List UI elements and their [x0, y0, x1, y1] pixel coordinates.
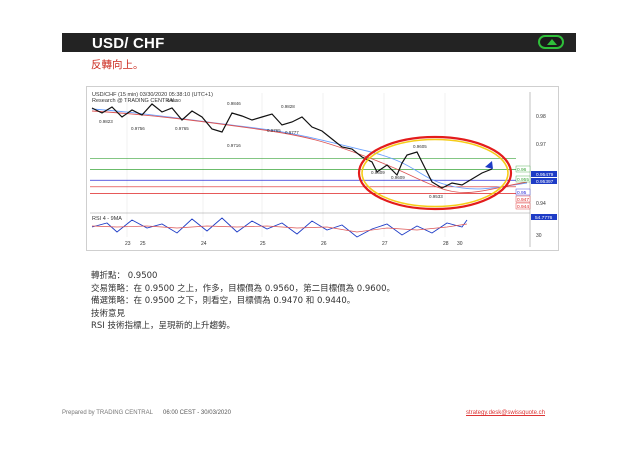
price-axis-label: 0.94	[536, 201, 546, 207]
level-label: 0.955	[517, 177, 529, 183]
current-price: 0.95397	[536, 179, 554, 185]
date-label: 26	[321, 241, 327, 247]
swing-label: 0.9765	[267, 128, 281, 133]
date-label: 27	[382, 241, 388, 247]
price-axis-label: 0.98	[536, 114, 546, 120]
price-chart: USD/CHF (15 min) 03/30/2020 05:38:10 (UT…	[90, 92, 557, 247]
alternative-line: 備選策略：在 0.9500 之下，則看空，目標價為 0.9470 和 0.944…	[91, 296, 356, 306]
pivot-line: 轉折點： 0.9500	[91, 271, 158, 281]
date-label: 24	[201, 241, 207, 247]
current-price-prev: 0.95479	[536, 172, 554, 178]
swing-label: 0.9828	[281, 104, 295, 109]
level-label: 0.947	[517, 197, 529, 203]
swing-label: 0.9609	[371, 170, 385, 175]
footer-date: 06:00 CEST - 30/03/2020	[163, 410, 231, 416]
date-label: 30	[457, 241, 463, 247]
comment-title: 技術意見	[91, 308, 126, 319]
analysis-block: 轉折點： 0.9500 交易策略：在 0.9500 之上，作多，目標價為 0.9…	[91, 270, 395, 333]
price-axis-label: 0.97	[536, 142, 546, 148]
rsi-value: 54.7776	[535, 215, 553, 221]
swing-label: 0.9605	[413, 144, 427, 149]
swing-label: 0.9756	[131, 126, 145, 131]
strategy-line: 交易策略：在 0.9500 之上，作多，目標價為 0.9560，第二目標價為 0…	[91, 283, 396, 294]
swing-label: 0.9850	[167, 98, 181, 103]
footer-email-link[interactable]: strategy.desk@swissquote.ch	[466, 410, 545, 416]
swing-label: 0.9846	[227, 101, 241, 106]
comment-line: RSI 技術指標上，呈現新的上升趨勢。	[91, 321, 236, 331]
rsi-axis-label: 30	[536, 233, 542, 239]
chart-frame: USD/CHF (15 min) 03/30/2020 05:38:10 (UT…	[86, 86, 559, 251]
date-label: 23	[125, 241, 131, 247]
swing-label: 0.9716	[227, 143, 241, 148]
level-label: 0.96	[517, 167, 527, 173]
rsi-label: RSI 4 - 9MA	[92, 216, 122, 222]
swing-label: 0.9533	[429, 194, 443, 199]
swing-label: 0.9777	[285, 130, 299, 135]
page-title: USD/ CHF	[92, 35, 165, 52]
swing-label: 0.9765	[175, 126, 189, 131]
page-subtitle: 反轉向上。	[91, 59, 144, 71]
level-label: 0.95	[517, 190, 527, 196]
level-label: 0.944	[517, 204, 529, 210]
footer-prepared-by: Prepared by TRADING CENTRAL	[62, 410, 153, 416]
swing-label: 0.9823	[99, 119, 113, 124]
date-label: 28	[443, 241, 449, 247]
up-arrow-icon	[538, 35, 564, 49]
date-label: 25	[140, 241, 146, 247]
date-label: 25	[260, 241, 266, 247]
swing-label: 0.9609	[391, 175, 405, 180]
chart-title-line2: Research @ TRADING CENTRAL	[92, 98, 176, 104]
